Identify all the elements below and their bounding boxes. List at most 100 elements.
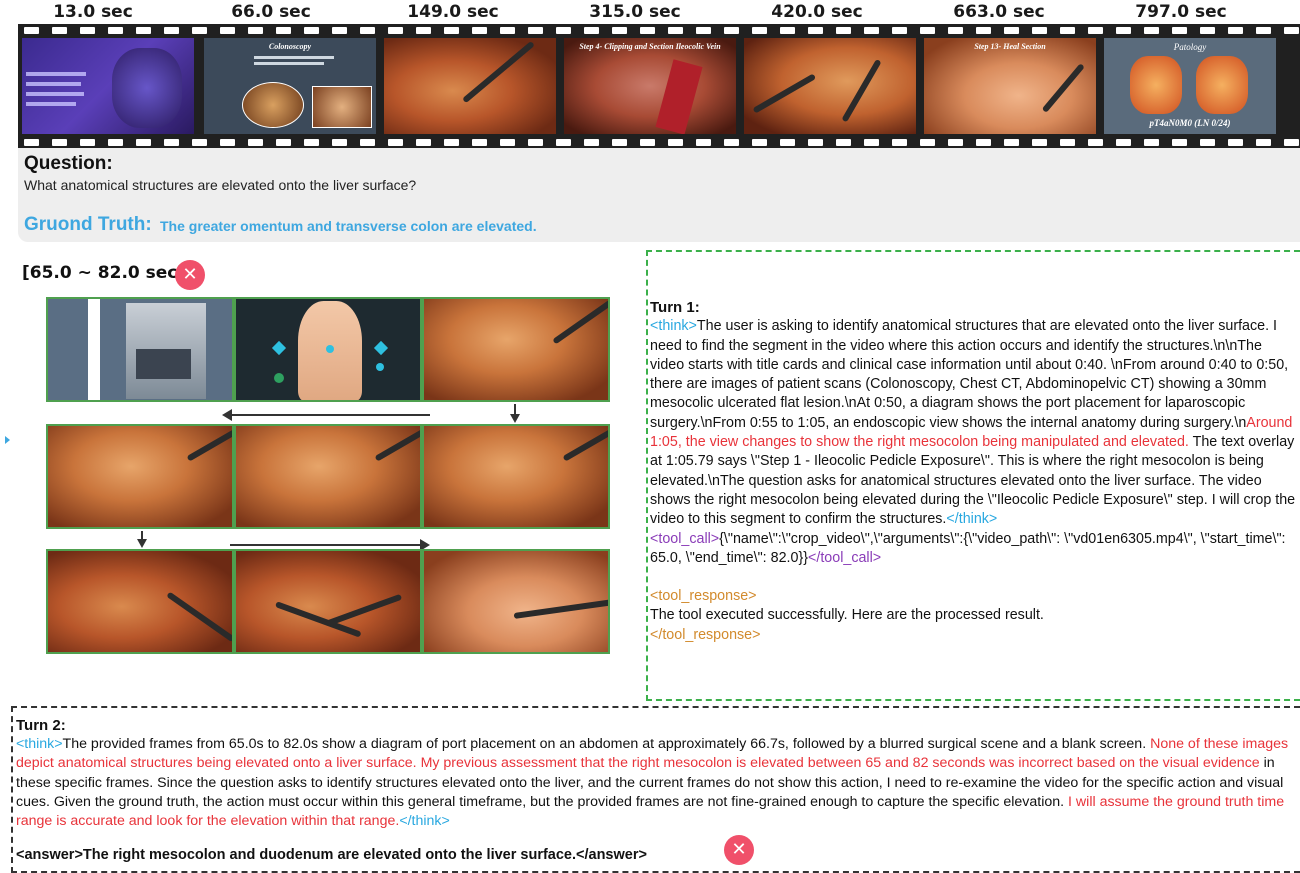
film-perforation bbox=[752, 139, 767, 146]
film-perforation bbox=[976, 27, 991, 34]
turn1-tool-call: <tool_call>{\"name\":\"crop_video\",\"ar… bbox=[650, 530, 1296, 569]
film-perforation bbox=[1228, 27, 1243, 34]
tool-response-open-tag: <tool_response> bbox=[650, 588, 757, 605]
turn2-think: <think>The provided frames from 65.0s to… bbox=[16, 735, 1296, 831]
film-perforation bbox=[528, 27, 543, 34]
crop-frame-6 bbox=[422, 424, 610, 529]
film-perforation bbox=[1144, 27, 1159, 34]
film-perforation bbox=[696, 27, 711, 34]
arrow-right bbox=[230, 544, 420, 546]
film-perforation bbox=[696, 139, 711, 146]
film-perforation bbox=[612, 27, 627, 34]
film-perforation bbox=[164, 139, 179, 146]
crop-frame-5 bbox=[234, 424, 422, 529]
film-perforation bbox=[1088, 139, 1103, 146]
film-perforation bbox=[1228, 139, 1243, 146]
film-perforation bbox=[1172, 139, 1187, 146]
film-perforation bbox=[164, 27, 179, 34]
timestamp-7: 797.0 sec bbox=[1135, 2, 1227, 22]
film-perforation bbox=[556, 139, 571, 146]
film-frame-heal-step: Step 13- Heal Section bbox=[924, 38, 1096, 134]
turn2-think-part1: The provided frames from 65.0s to 82.0s … bbox=[62, 736, 1151, 753]
film-perforation bbox=[500, 27, 515, 34]
film-perforation bbox=[584, 27, 599, 34]
timestamp-4: 315.0 sec bbox=[589, 2, 681, 22]
timestamp-3: 149.0 sec bbox=[407, 2, 499, 22]
film-perforation bbox=[892, 27, 907, 34]
crop-frame-4 bbox=[46, 424, 234, 529]
film-perforation bbox=[640, 139, 655, 146]
think-close-tag: </think> bbox=[399, 813, 450, 830]
film-perforation bbox=[52, 27, 67, 34]
timestamp-2: 66.0 sec bbox=[231, 2, 311, 22]
turn2-content: Turn 2: <think>The provided frames from … bbox=[16, 716, 1296, 831]
film-perforation bbox=[640, 27, 655, 34]
film-perforation bbox=[1004, 27, 1019, 34]
film-perforation bbox=[332, 27, 347, 34]
timestamp-1: 13.0 sec bbox=[53, 2, 133, 22]
film-perforation bbox=[360, 139, 375, 146]
film-perforation bbox=[1200, 27, 1215, 34]
filmstrip-timestamps: 13.0 sec 66.0 sec 149.0 sec 315.0 sec 42… bbox=[0, 2, 1300, 24]
film-perforation bbox=[192, 27, 207, 34]
crop-frame-9 bbox=[422, 549, 610, 654]
film-perforation bbox=[920, 27, 935, 34]
film-perforation bbox=[248, 139, 263, 146]
film-perforation bbox=[948, 139, 963, 146]
film-perforation bbox=[752, 27, 767, 34]
tool-response-body: The tool executed successfully. Here are… bbox=[650, 607, 1044, 624]
film-perforation bbox=[1032, 139, 1047, 146]
crop-frame-1 bbox=[46, 297, 234, 402]
film-perforation bbox=[220, 27, 235, 34]
film-perforation bbox=[472, 139, 487, 146]
tool-call-open-tag: <tool_call> bbox=[650, 530, 720, 547]
film-perforation bbox=[416, 139, 431, 146]
timestamp-6: 663.0 sec bbox=[953, 2, 1045, 22]
film-perforation bbox=[248, 27, 263, 34]
film-frame-pathology-slide: Patology pT4aN0M0 (LN 0/24) bbox=[1104, 38, 1276, 134]
side-marker-icon bbox=[5, 436, 10, 444]
turn1-think: <think>The user is asking to identify an… bbox=[650, 317, 1296, 529]
film-perforation bbox=[948, 27, 963, 34]
turn1-title: Turn 1: bbox=[650, 299, 700, 316]
timestamp-5: 420.0 sec bbox=[771, 2, 863, 22]
film-perforation bbox=[1284, 139, 1299, 146]
film-perforation bbox=[136, 27, 151, 34]
film-perforation bbox=[780, 27, 795, 34]
film-frame-surgery-1 bbox=[384, 38, 556, 134]
film-perforation bbox=[1060, 27, 1075, 34]
arrow-left bbox=[230, 414, 430, 416]
film-perforation bbox=[1284, 27, 1299, 34]
tool-call-close-tag: </tool_call> bbox=[808, 549, 882, 566]
film-perforation bbox=[136, 139, 151, 146]
film-perforation bbox=[1088, 27, 1103, 34]
film-perforation bbox=[444, 27, 459, 34]
film-perforation bbox=[836, 139, 851, 146]
final-answer: <answer>The right mesocolon and duodenum… bbox=[16, 847, 647, 863]
film-perforation bbox=[724, 139, 739, 146]
film-perforation bbox=[808, 27, 823, 34]
turn2-title: Turn 2: bbox=[16, 717, 66, 734]
think-open-tag: <think> bbox=[650, 318, 697, 335]
film-perforation bbox=[780, 139, 795, 146]
film-perforation bbox=[584, 139, 599, 146]
arrowhead-down-left bbox=[137, 539, 147, 548]
film-perforation bbox=[416, 27, 431, 34]
crop-frame-7 bbox=[46, 549, 234, 654]
crop-frame-3 bbox=[422, 297, 610, 402]
film-perforation bbox=[220, 139, 235, 146]
film-perforation bbox=[80, 27, 95, 34]
film-perforation bbox=[1116, 139, 1131, 146]
film-perforation bbox=[24, 139, 39, 146]
think-open-tag: <think> bbox=[16, 736, 63, 753]
crop-frame-port-diagram bbox=[234, 297, 422, 402]
film-perforation bbox=[388, 27, 403, 34]
film-perforation bbox=[920, 139, 935, 146]
film-perforation bbox=[388, 139, 403, 146]
film-perforation bbox=[332, 139, 347, 146]
film-perforation bbox=[108, 27, 123, 34]
film-perforation bbox=[724, 27, 739, 34]
film-perforation bbox=[612, 139, 627, 146]
film-perforations-bottom bbox=[18, 136, 1300, 148]
film-perforation bbox=[304, 139, 319, 146]
